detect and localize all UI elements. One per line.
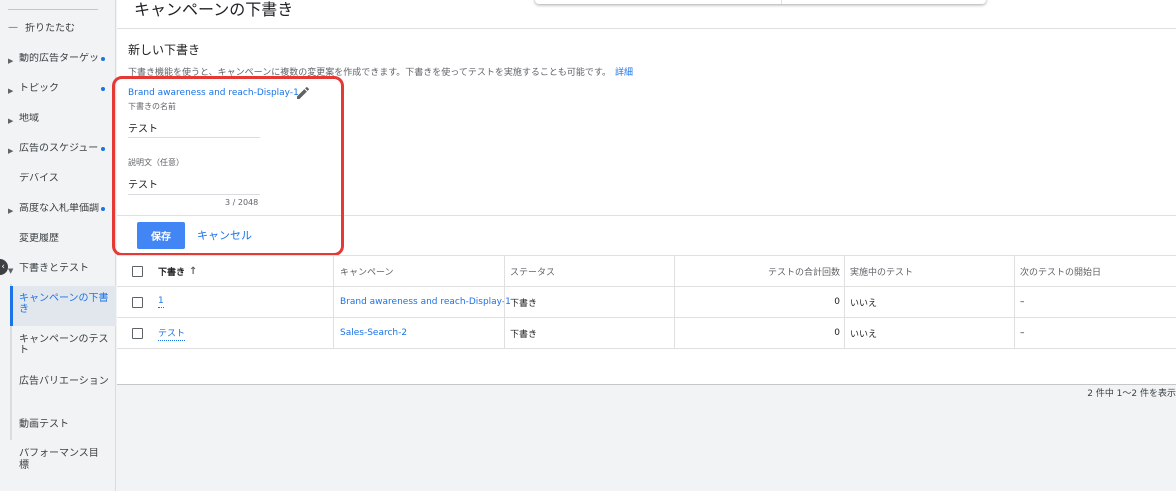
sidebar-subitem-video-experiments[interactable]: 動画テスト [12,414,116,436]
status-cell: 下書き [510,298,538,309]
description: 下書き機能を使うと、キャンペーンに複数の変更案を作成できます。下書きを使ってテス… [128,65,633,78]
sidebar-item-label: 下書きとテスト [19,263,89,274]
sidebar-item-label: 変更履歴 [19,233,59,244]
column-header-draft[interactable]: 下書き ↑ [158,256,197,286]
chevron-right-icon: ▶ [8,207,14,215]
sidebar-item-performance-goals[interactable]: パフォーマンス目標 [0,448,116,476]
page-header: キャンペーンの下書き [117,0,1176,29]
description-text: 下書き機能を使うと、キャンペーンに複数の変更案を作成できます。下書きを使ってテス… [128,68,611,78]
chevron-right-icon: ▶ [8,147,14,155]
sidebar-subitem-ad-variations[interactable]: 広告バリエーション [12,371,116,407]
notification-dot [101,87,105,91]
sidebar-item-label: パフォーマンス目標 [19,448,99,471]
pagination-summary: 2 件中 1〜2 件を表示 [1087,389,1176,399]
draft-panel: 新しい下書き 下書き機能を使うと、キャンペーンに複数の変更案を作成できます。下書… [112,29,1176,399]
chevron-right-icon: ▶ [8,57,14,65]
arrow-up-icon: ↑ [189,265,198,277]
running-test-cell: いいえ [850,329,878,340]
sidebar-subitem-label: 動画テスト [19,419,69,430]
notification-dot [101,207,105,211]
collapse-circle-icon[interactable]: ‹ [0,259,8,275]
column-header-status[interactable]: ステータス [510,256,555,286]
column-header-total-tests[interactable]: テストの合計回数 [680,256,840,286]
column-header-next-test-date[interactable]: 次のテストの開始日 [1020,256,1101,286]
sidebar-subitem-campaign-experiments[interactable]: キャンペーンのテスト [12,329,116,365]
chevron-down-icon: ▼ [8,267,14,275]
next-test-date-cell: – [1020,297,1025,307]
table-row: 1 Brand awareness and reach-Display-1 下書… [117,287,1176,318]
description-field-label: 説明文（任意） [128,158,184,167]
overlay-card [535,0,986,4]
cancel-button[interactable]: キャンセル [197,222,252,249]
row-checkbox[interactable] [132,297,143,308]
draft-link[interactable]: テスト [158,318,186,348]
row-checkbox[interactable] [132,328,143,339]
pencil-icon[interactable] [295,85,311,101]
name-field-underline [128,137,260,138]
notification-dot [101,147,105,151]
status-cell: 下書き [510,329,538,340]
details-link[interactable]: 詳細 [615,68,633,78]
sidebar-item-label: 広告のスケジュー [19,143,99,154]
column-header-campaign[interactable]: キャンペーン [340,256,394,286]
select-all-checkbox[interactable] [132,266,143,277]
description-field-underline [128,194,260,195]
draft-link-text: テスト [158,326,186,341]
draft-link-text: 1 [158,296,164,308]
campaign-link[interactable]: Sales-Search-2 [340,318,407,348]
total-tests-cell: 0 [834,328,840,338]
name-field-label: 下書きの名前 [128,102,176,111]
section-title: 新しい下書き [128,43,201,57]
total-tests-cell: 0 [834,297,840,307]
chevron-right-icon: ▶ [8,117,14,125]
main-content: キャンペーンの下書き 新しい下書き 下書き機能を使うと、キャンペーンに複数の変更… [112,0,1176,491]
sidebar-collapse-label: 折りたたむ [25,23,75,34]
sidebar-subitem-label: 広告バリエーション [19,376,109,387]
draft-link[interactable]: 1 [158,287,164,317]
base-campaign-link[interactable]: Brand awareness and reach-Display-1 [128,88,299,98]
notification-dot [101,57,105,61]
page-title: キャンペーンの下書き [134,0,294,19]
column-header-running-test[interactable]: 実施中のテスト [850,256,913,286]
description-field[interactable]: テスト [128,176,158,191]
sidebar-item-label: デバイス [19,173,59,184]
character-counter: 3 / 2048 [225,198,259,207]
sidebar-subitem-label: キャンペーンのテスト [19,334,109,356]
sidebar-item-label: トピック [19,83,59,94]
name-field[interactable]: テスト [128,120,158,135]
table-row: テスト Sales-Search-2 下書き 0 いいえ – [117,318,1176,349]
save-button[interactable]: 保存 [137,222,185,249]
table-header: 下書き ↑ キャンペーン ステータス テストの合計回数 実施中のテスト 次のテスト… [117,255,1176,287]
next-test-date-cell: – [1020,328,1025,338]
divider [8,9,98,10]
sidebar-item-label: 動的広告ターゲッ [19,53,99,64]
column-header-label: 下書き [158,267,186,278]
chevron-right-icon: ▶ [8,87,14,95]
collapse-icon: — [8,22,18,33]
sidebar-subitem-label: キャンペーンの下書き [19,293,109,315]
sidebar: — 折りたたむ ▶ 動的広告ターゲッ ▶ トピック ▶ 地域 ▶ 広告のスケジュ… [0,0,116,491]
campaign-link[interactable]: Brand awareness and reach-Display-1 [340,287,511,317]
running-test-cell: いいえ [850,298,878,309]
sidebar-item-label: 地域 [19,113,39,124]
divider [117,215,1176,216]
sidebar-item-label: 高度な入札単価調 [19,203,99,214]
sidebar-subitem-campaign-drafts[interactable]: キャンペーンの下書き [10,286,116,326]
